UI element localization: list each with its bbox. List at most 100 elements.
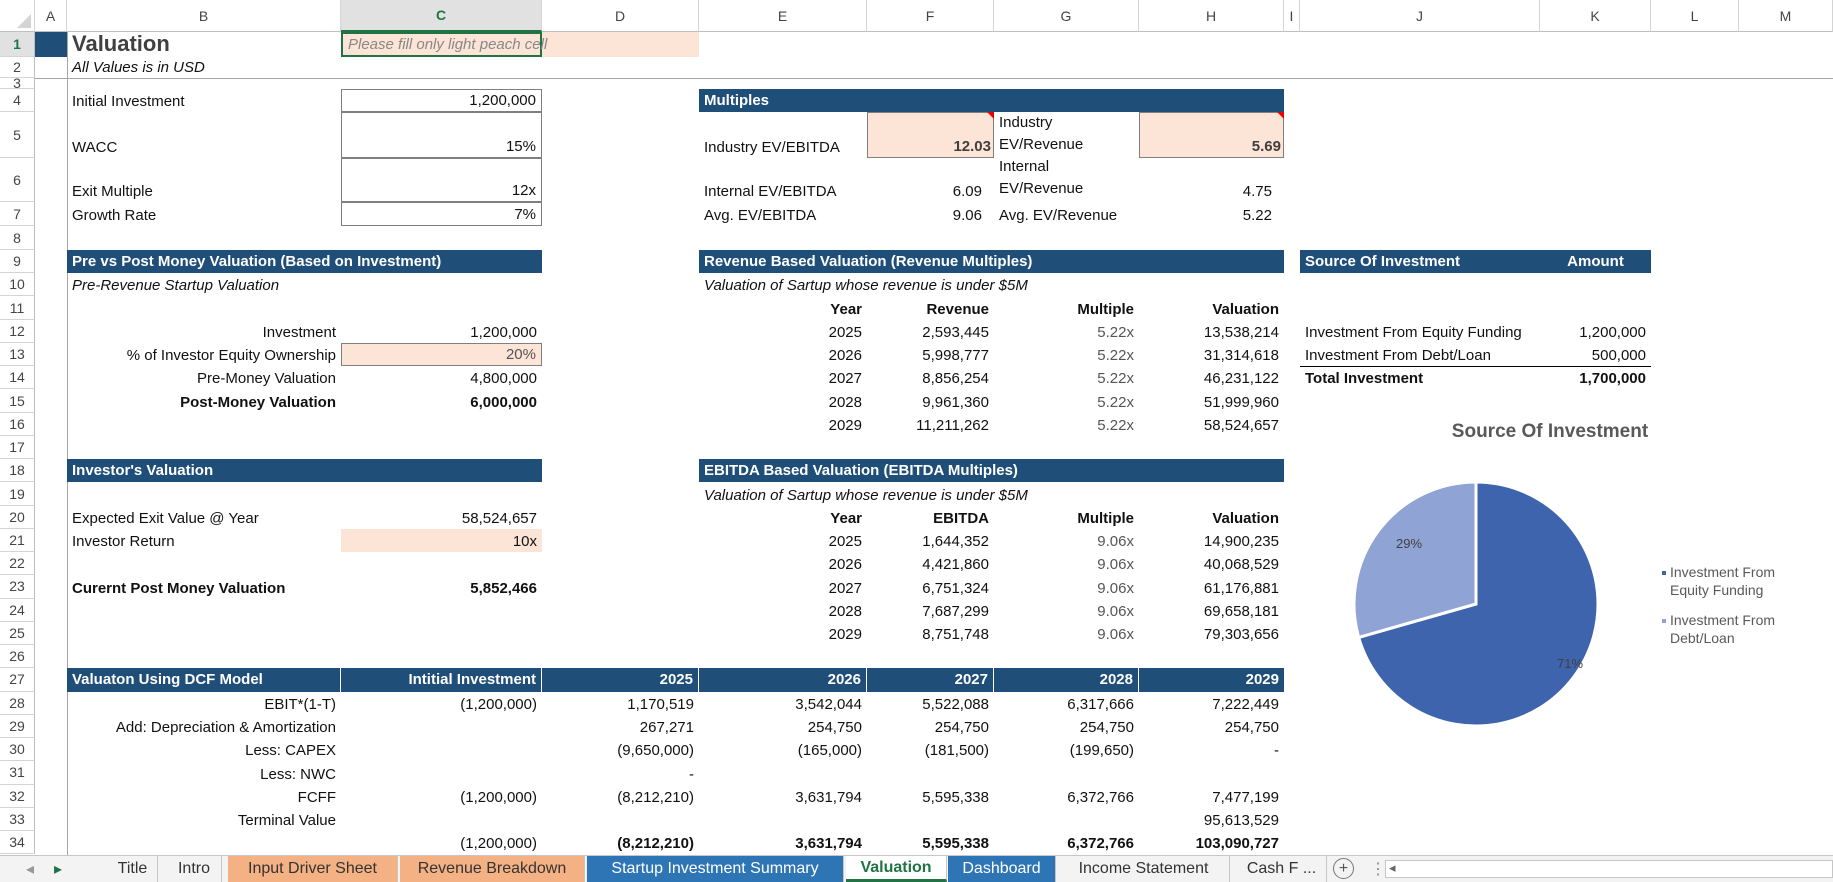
input-label[interactable]: Growth Rate bbox=[67, 202, 341, 226]
column-header-j[interactable]: J bbox=[1300, 0, 1540, 32]
row-header-27[interactable]: 27 bbox=[0, 668, 35, 692]
dcf-row-label[interactable]: Terminal Value bbox=[67, 808, 341, 831]
row-header-30[interactable]: 30 bbox=[0, 738, 35, 762]
table-cell[interactable]: 2029 bbox=[699, 413, 867, 436]
column-header-g[interactable]: G bbox=[994, 0, 1139, 32]
scroll-tabs-left-icon[interactable]: ◂ bbox=[26, 859, 34, 879]
pre-post-header[interactable]: Pre vs Post Money Valuation (Based on In… bbox=[67, 250, 542, 274]
column-header-k[interactable]: K bbox=[1540, 0, 1651, 32]
row-header-12[interactable]: 12 bbox=[0, 319, 35, 343]
row-header-5[interactable]: 5 bbox=[0, 112, 35, 158]
investor-value[interactable]: 5,852,466 bbox=[341, 575, 542, 598]
row-header-10[interactable]: 10 bbox=[0, 273, 35, 297]
table-cell[interactable]: 13,538,214 bbox=[1139, 320, 1284, 343]
dcf-value[interactable]: (1,200,000) bbox=[341, 831, 542, 854]
valuation-subtitle[interactable]: Valuation of Sartup whose revenue is und… bbox=[699, 273, 1028, 296]
source-pie-chart[interactable]: Source Of Investment 71% 29% Investment Fro… bbox=[1300, 410, 1833, 840]
source-label[interactable]: Investment From Equity Funding bbox=[1300, 320, 1540, 343]
table-cell[interactable]: 1,644,352 bbox=[867, 529, 994, 552]
column-header-a[interactable]: A bbox=[35, 0, 67, 32]
row-header-11[interactable]: 11 bbox=[0, 296, 35, 320]
dcf-value[interactable]: 5,595,338 bbox=[867, 831, 994, 854]
sheet-tab-valuation[interactable]: Valuation bbox=[846, 856, 947, 882]
column-label[interactable]: Year bbox=[699, 506, 867, 529]
row-header-26[interactable]: 26 bbox=[0, 645, 35, 669]
ev-revenue-label[interactable]: Industry EV/Revenue bbox=[994, 112, 1139, 158]
row-header-7[interactable]: 7 bbox=[0, 202, 35, 226]
table-cell[interactable]: 5.22x bbox=[994, 366, 1139, 389]
pre-post-label[interactable]: Post-Money Valuation bbox=[67, 389, 341, 412]
dcf-value[interactable]: 7,477,199 bbox=[1139, 785, 1284, 808]
column-label[interactable]: Valuation bbox=[1139, 296, 1284, 319]
ev-ebitda-label[interactable]: Avg. EV/EBITDA bbox=[699, 202, 867, 226]
table-cell[interactable]: 9.06x bbox=[994, 529, 1139, 552]
dcf-column-header[interactable]: 2026 bbox=[699, 668, 867, 692]
dcf-value[interactable]: 3,542,044 bbox=[699, 692, 867, 715]
dcf-value[interactable]: 7,222,449 bbox=[1139, 692, 1284, 715]
table-cell[interactable]: 2027 bbox=[699, 575, 867, 598]
source-total-label[interactable]: Total Investment bbox=[1300, 366, 1540, 389]
table-cell[interactable]: 7,687,299 bbox=[867, 599, 994, 622]
row-header-19[interactable]: 19 bbox=[0, 482, 35, 506]
investor-label[interactable]: Curernt Post Money Valuation bbox=[67, 575, 341, 598]
pre-post-value[interactable]: 6,000,000 bbox=[341, 389, 542, 412]
dcf-value[interactable]: 3,631,794 bbox=[699, 831, 867, 854]
table-cell[interactable]: 14,900,235 bbox=[1139, 529, 1284, 552]
pre-post-label[interactable]: Pre-Money Valuation bbox=[67, 366, 341, 389]
row-header-2[interactable]: 2 bbox=[0, 57, 35, 78]
dcf-column-header[interactable]: 2029 bbox=[1139, 668, 1284, 692]
row-header-34[interactable]: 34 bbox=[0, 831, 35, 855]
dcf-value[interactable]: (1,200,000) bbox=[341, 692, 542, 715]
row-header-23[interactable]: 23 bbox=[0, 575, 35, 599]
dcf-value[interactable]: 6,372,766 bbox=[994, 831, 1139, 854]
pre-post-label[interactable]: % of Investor Equity Ownership bbox=[67, 343, 341, 366]
table-cell[interactable]: 9,961,360 bbox=[867, 389, 994, 412]
column-header-d[interactable]: D bbox=[542, 0, 699, 32]
dcf-row-label[interactable]: Less: CAPEX bbox=[67, 738, 341, 761]
row-header-31[interactable]: 31 bbox=[0, 761, 35, 785]
add-sheet-button[interactable]: + bbox=[1333, 858, 1354, 879]
row-header-29[interactable]: 29 bbox=[0, 714, 35, 739]
dcf-value[interactable]: 267,271 bbox=[542, 715, 699, 738]
dcf-column-header[interactable]: 2025 bbox=[542, 668, 699, 692]
valuation-header-revenue_valuation[interactable]: Revenue Based Valuation (Revenue Multipl… bbox=[699, 250, 1284, 274]
table-cell[interactable]: 8,751,748 bbox=[867, 622, 994, 645]
column-header-e[interactable]: E bbox=[699, 0, 867, 32]
dcf-value[interactable]: - bbox=[1139, 738, 1284, 761]
dcf-value[interactable]: 254,750 bbox=[699, 715, 867, 738]
row-header-9[interactable]: 9 bbox=[0, 250, 35, 274]
table-cell[interactable]: 51,999,960 bbox=[1139, 389, 1284, 412]
dcf-value[interactable]: (165,000) bbox=[699, 738, 867, 761]
dcf-row-label[interactable]: Less: NWC bbox=[67, 761, 341, 784]
investor-value[interactable]: 58,524,657 bbox=[341, 506, 542, 529]
dcf-column-header[interactable]: 2028 bbox=[994, 668, 1139, 692]
sheet-tab-intro[interactable]: Intro bbox=[167, 856, 222, 882]
column-header-i[interactable]: I bbox=[1284, 0, 1300, 32]
table-cell[interactable]: 79,303,656 bbox=[1139, 622, 1284, 645]
pre-post-value[interactable]: 1,200,000 bbox=[341, 320, 542, 343]
row-header-28[interactable]: 28 bbox=[0, 691, 35, 715]
table-cell[interactable]: 9.06x bbox=[994, 552, 1139, 575]
source-amount-header[interactable]: Amount bbox=[1540, 250, 1651, 274]
input-value-0[interactable]: 1,200,000 bbox=[341, 89, 542, 112]
sheet-tab-revenue-breakdown[interactable]: Revenue Breakdown bbox=[400, 856, 585, 882]
sheet-tab-startup-investment-summary[interactable]: Startup Investment Summary bbox=[587, 856, 844, 882]
dcf-column-header[interactable]: Intitial Investment bbox=[341, 668, 542, 692]
table-cell[interactable]: 2028 bbox=[699, 599, 867, 622]
column-header-b[interactable]: B bbox=[67, 0, 341, 32]
dcf-value[interactable]: (8,212,210) bbox=[542, 785, 699, 808]
investor-label[interactable]: Expected Exit Value @ Year bbox=[67, 506, 341, 529]
column-header-h[interactable]: H bbox=[1139, 0, 1284, 32]
ev-revenue-value[interactable]: 5.69 bbox=[1139, 112, 1284, 158]
row-header-24[interactable]: 24 bbox=[0, 598, 35, 622]
pre-post-value[interactable]: 4,800,000 bbox=[341, 366, 542, 389]
ev-revenue-label[interactable]: Internal EV/Revenue bbox=[994, 158, 1139, 202]
table-cell[interactable]: 2026 bbox=[699, 552, 867, 575]
row-header-17[interactable]: 17 bbox=[0, 435, 35, 460]
dcf-column-header[interactable]: 2027 bbox=[867, 668, 994, 692]
row-header-3[interactable]: 3 bbox=[0, 78, 35, 89]
source-label[interactable]: Investment From Debt/Loan bbox=[1300, 343, 1540, 366]
dcf-value[interactable]: 103,090,727 bbox=[1139, 831, 1284, 854]
valuation-subtitle[interactable]: Valuation of Sartup whose revenue is und… bbox=[699, 482, 1028, 505]
row-header-25[interactable]: 25 bbox=[0, 621, 35, 646]
